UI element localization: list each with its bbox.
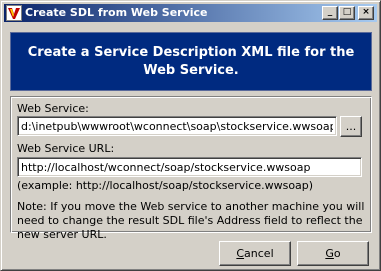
banner-text: Create a Service Description XML file fo… xyxy=(27,44,355,78)
foxpro-app-icon[interactable] xyxy=(6,5,22,21)
note-text: Note: If you move the Web service to ano… xyxy=(17,200,365,241)
title-bar[interactable]: Create SDL from Web Service _ □ × xyxy=(4,4,377,22)
minimize-button[interactable]: _ xyxy=(322,6,338,20)
example-text: (example: http://localhost/soap/stockser… xyxy=(17,179,314,192)
dialog-window: Create SDL from Web Service _ □ × Create… xyxy=(0,0,381,271)
maximize-button[interactable]: □ xyxy=(339,6,355,20)
header-banner: Create a Service Description XML file fo… xyxy=(10,32,372,91)
cancel-button[interactable]: Cancel xyxy=(219,241,291,266)
web-service-label: Web Service: xyxy=(17,102,89,115)
web-service-url-label: Web Service URL: xyxy=(17,142,115,155)
web-service-url-input[interactable] xyxy=(17,157,362,177)
web-service-path-input[interactable] xyxy=(17,116,337,136)
go-button[interactable]: Go xyxy=(297,241,369,266)
close-button[interactable]: × xyxy=(358,6,374,20)
browse-button[interactable]: ... xyxy=(340,116,362,137)
window-title: Create SDL from Web Service xyxy=(25,6,208,19)
